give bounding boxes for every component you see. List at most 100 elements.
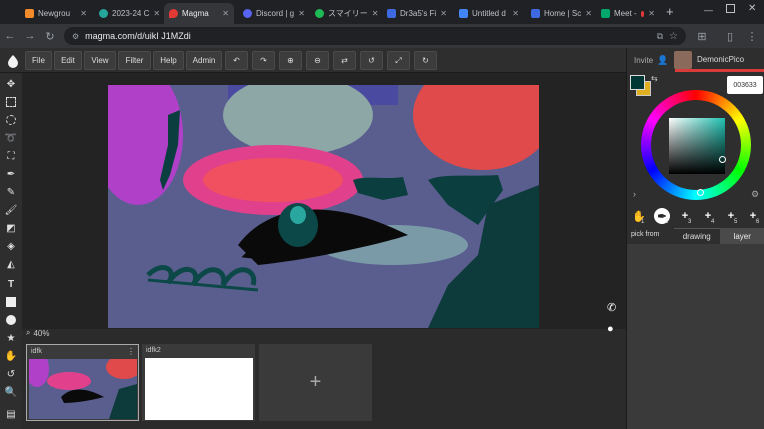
lasso-icon[interactable]: ➰ (4, 131, 18, 145)
close-tab-icon[interactable]: ✕ (440, 9, 447, 18)
gradient-fill-icon[interactable]: ◭ (4, 257, 18, 271)
rotate-right-button[interactable]: ↻ (414, 51, 437, 70)
zoom-tool-icon[interactable]: 🔍 (4, 385, 18, 399)
right-panel: Invite 👤 DemonicPico ⇆ 003633 › ⚙ ✋ 1 ✒ … (626, 48, 764, 429)
call-icon[interactable]: ✆ (607, 301, 616, 314)
site-info-icon[interactable]: ⚙ (72, 32, 79, 41)
avatar[interactable] (674, 51, 692, 69)
toolbar-toggle-icon[interactable]: ▤ (4, 407, 18, 421)
browser-tab-meet[interactable]: Meet - ✕ (596, 3, 660, 24)
color-picker-handle[interactable] (719, 156, 726, 163)
pencil-icon[interactable]: ✎ (4, 185, 18, 199)
browser-tab-dr3a5[interactable]: Dr3a5's Fi ✕ (382, 3, 452, 24)
hand-pick-button[interactable]: ✋ (631, 208, 647, 224)
site-favicon-icon (387, 9, 396, 18)
ellipse-select-icon[interactable] (4, 113, 18, 127)
document-thumb[interactable]: idfk ⋮ (26, 344, 139, 421)
browser-toolbar: ← → ↻ ⚙ magma.com/d/uikI J1MZdi ⧉ ☆ ⊞ ▯ … (0, 24, 764, 48)
zoom-in-icon: ⊕ (287, 56, 294, 65)
close-tab-icon[interactable]: ✕ (372, 9, 379, 18)
new-tab-button[interactable]: + (666, 4, 674, 19)
primary-color-swatch[interactable] (630, 75, 645, 90)
back-icon[interactable]: ← (2, 28, 18, 44)
browser-tab-newgrounds[interactable]: Newgrou ✕ (20, 3, 92, 24)
document-thumb[interactable]: idfk2 (142, 344, 255, 421)
move-tool-icon[interactable]: ✥ (4, 77, 18, 91)
swap-colors-icon[interactable]: ⇆ (651, 74, 658, 83)
close-tab-icon[interactable]: ✕ (80, 9, 87, 18)
star-shape-icon[interactable]: ★ (4, 331, 18, 345)
magma-favicon-icon (169, 9, 178, 18)
hex-color-input[interactable]: 003633 (727, 76, 763, 94)
minimize-window-icon[interactable]: — (704, 5, 713, 15)
bucket-fill-icon[interactable]: ◈ (4, 239, 18, 253)
eyedropper-icon[interactable]: ✒ (4, 167, 18, 181)
hue-handle[interactable] (697, 189, 704, 196)
extensions-icon[interactable]: ⊞ (694, 28, 710, 44)
user-bar: Invite 👤 DemonicPico (627, 48, 764, 73)
reload-icon[interactable]: ↻ (42, 28, 58, 44)
add-user-icon[interactable]: 👤 (657, 55, 668, 66)
close-tab-icon[interactable]: ✕ (298, 9, 305, 18)
maximize-window-icon[interactable] (726, 4, 735, 13)
ellipse-shape-icon[interactable] (4, 313, 18, 327)
drawing-canvas[interactable] (108, 85, 539, 328)
crop-icon[interactable]: ⛶ (4, 149, 18, 163)
sidepanel-icon[interactable]: ▯ (722, 28, 738, 44)
zoom-in-button[interactable]: ⊕ (279, 51, 302, 70)
browser-tab-discord[interactable]: Discord | g ✕ (238, 3, 310, 24)
close-tab-icon[interactable]: ✕ (512, 9, 519, 18)
more-icon[interactable]: ⋮ (127, 347, 135, 356)
rotate-view-icon[interactable]: ↺ (4, 367, 18, 381)
brush-icon[interactable]: 🖌 (4, 203, 18, 217)
flip-button[interactable]: ⇄ (333, 51, 356, 70)
pick-from-label: pick from (631, 231, 660, 238)
fullscreen-button[interactable]: ⤢ (387, 51, 410, 70)
text-tool-icon[interactable]: T (4, 277, 18, 291)
rect-select-icon[interactable] (4, 95, 18, 109)
new-document-button[interactable]: + (259, 344, 372, 421)
close-tab-icon[interactable]: ✕ (153, 9, 160, 18)
eraser-icon[interactable]: ◩ (4, 221, 18, 235)
saturation-value-square[interactable] (669, 118, 726, 174)
bookmark-star-icon[interactable]: ☆ (669, 31, 678, 42)
view-menu[interactable]: View (84, 51, 116, 70)
chat-icon[interactable]: ● (607, 323, 614, 335)
rotate-left-button[interactable]: ↺ (360, 51, 383, 70)
artwork-image (108, 85, 539, 328)
close-tab-icon[interactable]: ✕ (585, 9, 592, 18)
fullscreen-icon: ⤢ (395, 55, 402, 65)
document-preview (29, 359, 137, 419)
help-menu[interactable]: Help (153, 51, 184, 70)
forward-icon[interactable]: → (22, 28, 38, 44)
undo-button[interactable]: ↶ (225, 51, 248, 70)
invite-button[interactable]: Invite (634, 56, 653, 65)
browser-tab-home[interactable]: Home | Sc ✕ (526, 3, 596, 24)
settings-gear-icon[interactable]: ⚙ (751, 189, 759, 200)
browser-tab-untitled[interactable]: Untitled d ✕ (454, 3, 524, 24)
tab-drawing[interactable]: drawing (674, 228, 720, 244)
close-tab-icon[interactable]: ✕ (222, 9, 229, 18)
browser-tab-spotify[interactable]: スマイリー ✕ (310, 3, 380, 24)
address-bar[interactable]: ⚙ magma.com/d/uikI J1MZdi ⧉ ☆ (64, 27, 686, 45)
magma-logo-icon[interactable] (4, 52, 21, 69)
install-app-icon[interactable]: ⧉ (657, 31, 663, 42)
expand-panel-icon[interactable]: › (633, 189, 636, 199)
edit-menu[interactable]: Edit (54, 51, 82, 70)
close-window-icon[interactable]: ✕ (748, 3, 756, 14)
browser-tab-2023[interactable]: 2023-24 C ✕ (94, 3, 162, 24)
hand-tool-icon[interactable]: ✋ (4, 349, 18, 363)
site-favicon-icon (531, 9, 540, 18)
rectangle-shape-icon[interactable] (4, 295, 18, 309)
file-menu[interactable]: File (25, 51, 52, 70)
redo-button[interactable]: ↷ (252, 51, 275, 70)
chrome-menu-icon[interactable]: ⋮ (744, 28, 760, 44)
admin-menu[interactable]: Admin (186, 51, 222, 70)
tab-layer[interactable]: layer (719, 228, 764, 244)
canvas-area[interactable]: ✆ ● (22, 73, 626, 335)
browser-tab-magma[interactable]: Magma ✕ (164, 3, 234, 24)
filter-menu[interactable]: Filter (118, 51, 151, 70)
close-tab-icon[interactable]: ✕ (648, 9, 655, 18)
menu-bar: File Edit View Filter Help Admin ↶ ↷ ⊕ ⊖… (0, 48, 626, 73)
zoom-out-button[interactable]: ⊖ (306, 51, 329, 70)
